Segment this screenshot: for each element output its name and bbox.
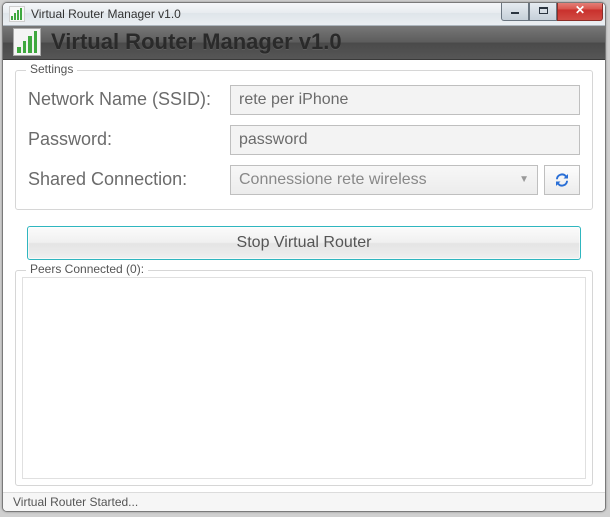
peers-list[interactable] [22, 277, 586, 479]
app-icon-large [13, 28, 41, 56]
minimize-icon [511, 12, 519, 14]
toggle-router-label: Stop Virtual Router [237, 234, 372, 252]
chevron-down-icon: ▼ [519, 174, 529, 185]
refresh-button[interactable] [544, 165, 580, 195]
row-shared: Shared Connection: Connessione rete wire… [28, 165, 580, 195]
peers-group: Peers Connected (0): [15, 270, 593, 486]
shared-connection-value: Connessione rete wireless [239, 171, 427, 189]
settings-group: Settings Network Name (SSID): Password: … [15, 70, 593, 210]
ssid-label: Network Name (SSID): [28, 89, 230, 110]
window-controls: ✕ [501, 2, 603, 21]
password-input[interactable] [230, 125, 580, 155]
settings-legend: Settings [26, 62, 77, 76]
maximize-button[interactable] [529, 2, 557, 21]
row-password: Password: [28, 125, 580, 155]
app-title: Virtual Router Manager v1.0 [51, 29, 342, 55]
shared-connection-select[interactable]: Connessione rete wireless ▼ [230, 165, 538, 195]
shared-label: Shared Connection: [28, 169, 230, 190]
row-ssid: Network Name (SSID): [28, 85, 580, 115]
status-bar: Virtual Router Started... [3, 492, 605, 511]
close-button[interactable]: ✕ [557, 2, 603, 21]
refresh-icon [553, 171, 571, 189]
minimize-button[interactable] [501, 2, 529, 21]
app-window: Virtual Router Manager v1.0 ✕ Virtual Ro… [2, 2, 606, 512]
client-area: Settings Network Name (SSID): Password: … [3, 60, 605, 492]
status-text: Virtual Router Started... [13, 495, 138, 509]
titlebar[interactable]: Virtual Router Manager v1.0 ✕ [3, 3, 605, 26]
password-label: Password: [28, 129, 230, 150]
window-title: Virtual Router Manager v1.0 [31, 7, 501, 21]
peers-legend: Peers Connected (0): [26, 262, 148, 276]
close-icon: ✕ [575, 3, 585, 17]
app-icon-small [9, 6, 25, 22]
app-header: Virtual Router Manager v1.0 [3, 26, 605, 60]
maximize-icon [539, 7, 548, 14]
toggle-router-button[interactable]: Stop Virtual Router [27, 226, 581, 260]
ssid-input[interactable] [230, 85, 580, 115]
